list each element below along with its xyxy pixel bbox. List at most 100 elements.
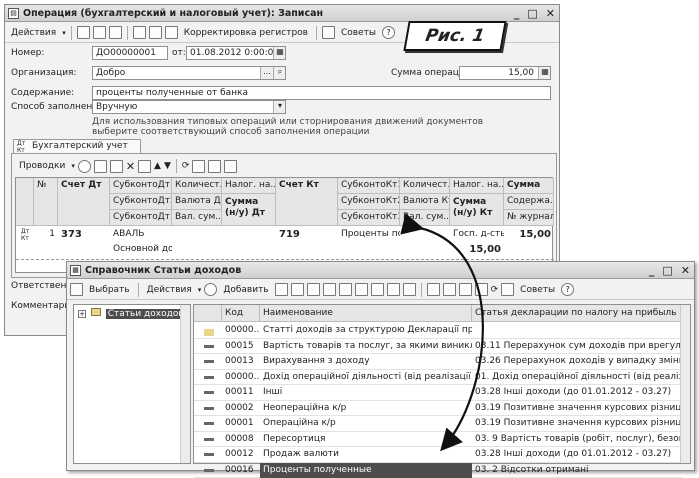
grid-corner (16, 178, 34, 226)
table-row[interactable]: 00012Продаж валюти03.28 Інші доходи (до … (194, 447, 682, 463)
tab-accounting[interactable]: ДтКт Бухгалтерский учет (13, 139, 141, 153)
end-edit-icon[interactable] (138, 160, 151, 173)
report-icon[interactable] (149, 26, 162, 39)
edit-icon[interactable] (110, 160, 123, 173)
copy-icon[interactable] (291, 283, 304, 296)
number-field[interactable]: ДО00000001 (92, 46, 168, 60)
row-sumkt[interactable]: 15,00 (450, 244, 504, 255)
help-icon[interactable]: ? (561, 283, 574, 296)
fill-select[interactable]: Вручную ▾ (92, 100, 286, 114)
table-row[interactable]: 00015Вартість товарів та послуг, за яким… (194, 339, 682, 355)
table-row[interactable]: 00000...Статті доходів за структурою Дек… (194, 323, 682, 339)
delete-icon[interactable]: ✕ (126, 160, 135, 173)
window-controls: _ □ ✕ (514, 5, 555, 22)
row-dt[interactable]: 373 (58, 229, 85, 240)
maximize-icon[interactable]: □ (662, 262, 672, 279)
row-subkt1[interactable]: Проценты по... (338, 229, 400, 239)
row-subdt1[interactable]: АВАЛЬ (110, 229, 172, 239)
separator (176, 159, 177, 173)
row-decl: 03.11 Перерахунок сум доходів при врегул… (472, 339, 682, 355)
actions-menu[interactable]: Действия (144, 282, 195, 298)
minimize-icon[interactable]: _ (649, 262, 655, 279)
table-row[interactable]: 00001Операційна к/р03.19 Позитивне значе… (194, 416, 682, 432)
table-row[interactable]: 00011Інші03.28 Інші доходи (до 01.01.201… (194, 385, 682, 401)
filter-value-icon[interactable] (443, 283, 456, 296)
arrow-up-icon[interactable]: ▲ (154, 161, 161, 171)
move-icon[interactable] (387, 283, 400, 296)
close-icon[interactable]: ✕ (681, 262, 690, 279)
window-controls: _ □ ✕ (649, 262, 690, 279)
hierarchy-icon[interactable] (355, 283, 368, 296)
row-sum[interactable]: 15,00 (504, 229, 554, 240)
list-icon[interactable] (371, 283, 384, 296)
content-field[interactable]: проценты полученные от банка (92, 86, 551, 100)
mark-delete-icon[interactable] (323, 283, 336, 296)
row-kt[interactable]: 719 (276, 229, 303, 240)
table-row[interactable]: 00013Вирахування з доходу03.26 Перерахун… (194, 354, 682, 370)
tree-scrollbar[interactable] (180, 305, 190, 463)
grid-scrollbar[interactable] (680, 305, 690, 463)
postings-grid: № Счет Дт СубконтоДт1 Количест... Налог.… (15, 177, 553, 273)
help-icon[interactable]: ? (382, 26, 395, 39)
refresh-icon[interactable]: ⟳ (491, 285, 499, 295)
col-contents: Содержа... (504, 194, 554, 210)
item-icon (204, 438, 214, 441)
settings-icon[interactable] (224, 160, 237, 173)
maximize-icon[interactable]: □ (527, 5, 537, 22)
search-icon[interactable]: ⌕ (273, 66, 286, 80)
col-tax: Налог. на... (222, 178, 276, 194)
org-field[interactable]: Добро ... ⌕ (92, 66, 286, 80)
filter-icon[interactable] (427, 283, 440, 296)
tips-button[interactable]: Советы (338, 25, 379, 41)
clear-filter-icon[interactable] (475, 283, 488, 296)
row-subdt2[interactable]: Основной до... (110, 244, 172, 254)
reference-toolbar: Выбрать Действия ▾ Добавить ⟳ Советы ? (67, 280, 694, 300)
filter-icon[interactable] (208, 160, 221, 173)
date-field[interactable]: 01.08.2012 0:00:00 ▦ (186, 46, 286, 60)
edit-icon[interactable] (307, 283, 320, 296)
minimize-icon[interactable]: _ (514, 5, 520, 22)
calendar-icon[interactable]: ▦ (273, 46, 286, 60)
row-name: Вартість товарів та послуг, за якими вин… (260, 339, 472, 355)
structure-icon[interactable] (133, 26, 146, 39)
filter-history-icon[interactable] (459, 283, 472, 296)
col-subkt1: СубконтоКт1 (338, 178, 400, 194)
table-row[interactable]: ДтКт 1 373 АВАЛЬ Основной до... 719 Проц… (16, 226, 554, 260)
calculator-icon[interactable]: ▦ (538, 66, 551, 80)
save-icon[interactable] (93, 26, 106, 39)
refresh-icon[interactable]: ⟳ (182, 161, 190, 171)
select-dots-icon[interactable]: ... (260, 66, 273, 80)
row-tax2[interactable]: Госп. д-сть (450, 229, 504, 239)
corrections-button[interactable]: Корректировка регистров (181, 25, 311, 41)
level-up-icon[interactable] (403, 283, 416, 296)
col-curkt: Валюта Кт (400, 194, 450, 210)
table-row[interactable]: 00002Неопераційна к/р03.19 Позитивне зна… (194, 401, 682, 417)
arrow-down-icon[interactable]: ▼ (164, 161, 171, 171)
tips-button[interactable]: Советы (517, 282, 558, 298)
actions-menu[interactable]: Действия (8, 25, 59, 41)
table-row[interactable]: 00000...Дохід операційної діяльності (ві… (194, 370, 682, 386)
expand-icon[interactable]: + (78, 310, 86, 318)
dt-kt-icon: ДтКт (18, 228, 32, 242)
close-icon[interactable]: ✕ (546, 5, 555, 22)
item-icon (204, 453, 214, 456)
delete-icon[interactable] (339, 283, 352, 296)
col-name[interactable]: Наименование (260, 305, 472, 322)
col-code[interactable]: Код (222, 305, 260, 322)
table-row[interactable]: 00008Пересортиця03. 9 Вартість товарів (… (194, 432, 682, 448)
sort-icon[interactable] (192, 160, 205, 173)
sum-field[interactable]: 15,00 ▦ (459, 66, 551, 80)
postings-menu[interactable]: Проводки (16, 158, 68, 174)
copy-icon[interactable] (94, 160, 107, 173)
add-group-icon[interactable] (275, 283, 288, 296)
add-icon[interactable] (78, 160, 91, 173)
copy-icon[interactable] (109, 26, 122, 39)
separator (71, 26, 72, 40)
tree-root[interactable]: + Статьи доходов (78, 308, 186, 320)
add-button[interactable]: Добавить (220, 282, 271, 298)
chevron-down-icon[interactable]: ▾ (273, 100, 286, 114)
post-icon[interactable] (77, 26, 90, 39)
col-decl[interactable]: Статья декларации по налогу на прибыль (472, 305, 682, 322)
select-button[interactable]: Выбрать (86, 282, 133, 298)
items-grid: Код Наименование Статья декларации по на… (193, 304, 691, 464)
